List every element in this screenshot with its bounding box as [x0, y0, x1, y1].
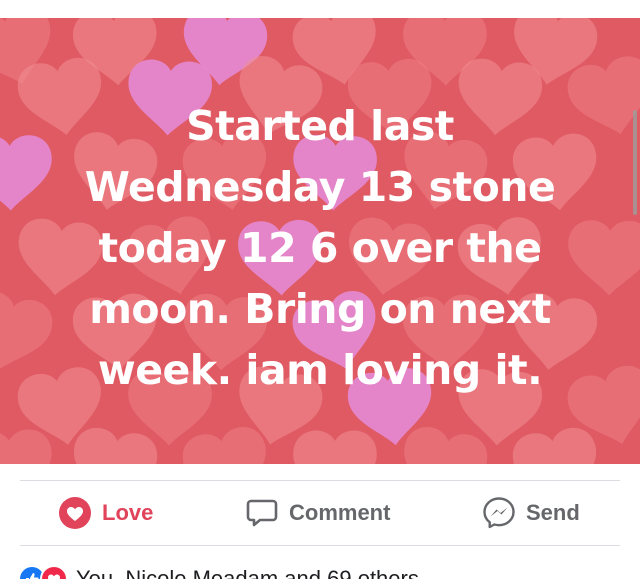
reactions-summary[interactable]: You, Nicole Meadam and 69 others: [18, 564, 419, 579]
post-actions: Love Comment Send: [0, 481, 640, 545]
heart-icon: [58, 496, 92, 530]
comment-button[interactable]: Comment: [245, 481, 390, 545]
comment-label: Comment: [289, 500, 391, 525]
heart-shape: [293, 430, 377, 464]
divider: [20, 545, 620, 546]
messenger-icon: [482, 496, 516, 530]
comment-icon: [245, 496, 279, 530]
heart-reaction-icon: [40, 565, 68, 579]
post-text-line: Wednesday 13 stone: [84, 163, 556, 211]
love-label: Love: [102, 500, 154, 525]
post-text-line: week. iam loving it.: [97, 346, 543, 394]
post-text-line: Started last: [186, 102, 454, 150]
post-text-line: today 12 6 over the: [98, 224, 542, 272]
heart-shape: [0, 428, 55, 464]
send-button[interactable]: Send: [482, 481, 580, 545]
post-text-line: moon. Bring on next: [89, 285, 551, 333]
scrollbar[interactable]: [633, 110, 637, 215]
heart-shape: [509, 424, 604, 464]
post-text: Started last Wednesday 13 stone today 12…: [0, 96, 640, 401]
heart-shape: [66, 424, 161, 464]
top-strip: [0, 0, 640, 18]
love-button[interactable]: Love: [58, 481, 153, 545]
reactions-text: You, Nicole Meadam and 69 others: [76, 566, 419, 579]
post-background: Started last Wednesday 13 stone today 12…: [0, 18, 640, 464]
send-label: Send: [526, 500, 580, 525]
